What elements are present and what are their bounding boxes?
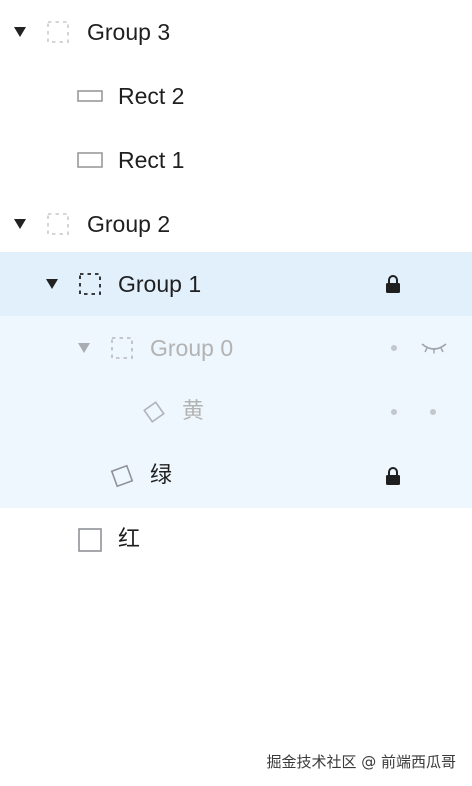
layer-row-group-2[interactable]: Group 2 [0, 192, 472, 256]
layer-row-green[interactable]: 绿 [0, 444, 472, 508]
layer-label: Rect 1 [118, 147, 185, 173]
square-icon [76, 526, 104, 554]
eye-closed-icon[interactable] [420, 336, 448, 360]
layer-row-rect-1[interactable]: Rect 1 [0, 128, 472, 192]
lock-icon[interactable] [381, 272, 405, 296]
layer-row-group-0[interactable]: Group 0 [0, 316, 472, 380]
layer-label: 红 [118, 527, 141, 552]
layer-row-yellow[interactable]: 黄 [0, 380, 472, 444]
layer-row-group-3[interactable]: Group 3 [0, 0, 472, 64]
expand-caret-icon[interactable] [8, 20, 32, 44]
layer-label: 绿 [150, 463, 173, 488]
layer-row-rect-2[interactable]: Rect 2 [0, 64, 472, 128]
lock-icon[interactable] [381, 464, 405, 488]
layer-label: Rect 2 [118, 83, 185, 109]
lock-toggle-dot[interactable] [391, 345, 397, 351]
layer-label: Group 0 [150, 335, 234, 361]
group-dashed-icon [44, 18, 72, 46]
rotated-square-icon [140, 398, 168, 426]
layer-row-group-1[interactable]: Group 1 [0, 252, 472, 316]
layer-label: 黄 [182, 399, 205, 424]
visibility-toggle-dot[interactable] [430, 409, 436, 415]
rectangle-icon [76, 146, 104, 174]
layer-label: Group 2 [87, 211, 171, 237]
layers-panel: Group 3 Rect 2 Rect 1 Group 2 Group 1 Gr… [0, 0, 472, 786]
lock-toggle-dot[interactable] [391, 409, 397, 415]
rectangle-icon [76, 82, 104, 110]
expand-caret-icon[interactable] [40, 272, 64, 296]
layer-row-red[interactable]: 红 [0, 508, 472, 572]
group-dashed-icon [44, 210, 72, 238]
group-dashed-icon [108, 334, 136, 362]
expand-caret-icon[interactable] [72, 336, 96, 360]
group-dashed-icon [76, 270, 104, 298]
expand-caret-icon[interactable] [8, 212, 32, 236]
layer-label: Group 3 [87, 19, 171, 45]
rotated-square-icon [108, 462, 136, 490]
layer-label: Group 1 [118, 271, 202, 297]
watermark: 掘金技术社区 @ 前端西瓜哥 [266, 753, 456, 771]
